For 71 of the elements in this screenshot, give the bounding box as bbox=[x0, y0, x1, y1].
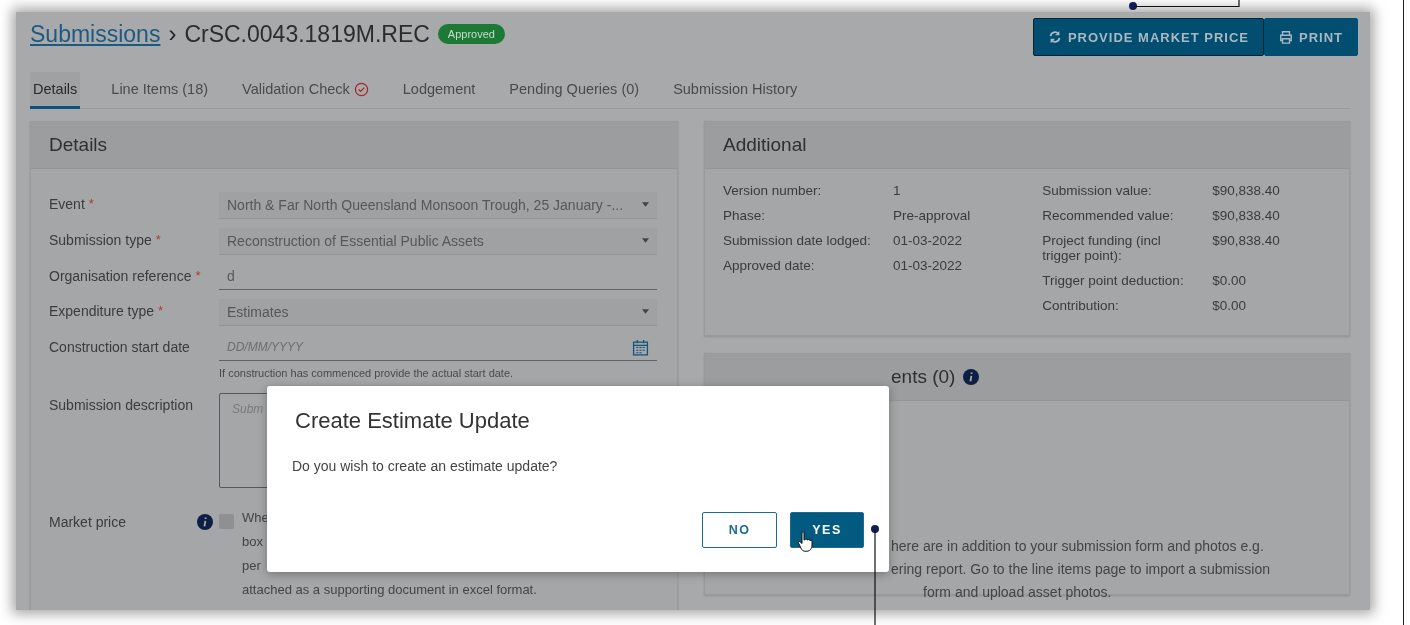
info-label: Contribution: bbox=[1042, 297, 1120, 313]
tab[interactable]: Submission History bbox=[670, 72, 801, 109]
field-label: Construction start date bbox=[49, 338, 190, 355]
select-field[interactable]: North & Far North Queensland Monsoon Trough, 25 January -... bbox=[219, 191, 657, 219]
date-field[interactable]: DD/MM/YYYY bbox=[219, 334, 657, 361]
select-field[interactable]: Reconstruction of Essential Public Assets bbox=[219, 227, 657, 255]
dialog-message: Do you wish to create an estimate update? bbox=[292, 458, 559, 474]
info-value: 1 bbox=[893, 182, 902, 198]
status-badge: Approved bbox=[437, 24, 505, 44]
submission-id: CrSC.0043.1819M.REC bbox=[184, 20, 430, 48]
tab[interactable]: Lodgement bbox=[399, 72, 479, 109]
info-label: Recommended value: bbox=[1042, 207, 1175, 223]
yes-button[interactable]: YES bbox=[790, 512, 864, 548]
required-mark: * bbox=[195, 267, 201, 283]
checkbox-text: attached as a supporting document in excel format. bbox=[242, 581, 537, 597]
info-label: Phase: bbox=[723, 207, 767, 223]
required-mark: * bbox=[158, 302, 164, 318]
required-mark: * bbox=[155, 231, 161, 247]
info-value: $0.00 bbox=[1212, 272, 1248, 288]
checkbox-text: box bbox=[242, 533, 264, 549]
select-field[interactable]: Estimates bbox=[219, 298, 657, 326]
caret-icon bbox=[642, 238, 649, 243]
field-label: Submission type bbox=[49, 231, 152, 248]
tab[interactable]: Validation Check bbox=[239, 72, 372, 109]
print-button[interactable]: PRINT bbox=[1264, 18, 1358, 56]
breadcrumb-separator: › bbox=[168, 20, 177, 48]
field-label: Event bbox=[49, 195, 85, 212]
panel-title: Additional bbox=[723, 133, 807, 156]
info-value: $0.00 bbox=[1212, 297, 1248, 313]
panel-title: ents (0) bbox=[891, 365, 956, 388]
panel-title: Details bbox=[49, 133, 108, 156]
info-icon[interactable] bbox=[197, 513, 213, 530]
info-value: $90,838.40 bbox=[1212, 232, 1280, 250]
info-value: 01-03-2022 bbox=[893, 257, 964, 273]
checkbox-text: per bbox=[242, 557, 262, 573]
info-value: Pre-approval bbox=[893, 207, 971, 223]
dialog-title: Create Estimate Update bbox=[295, 408, 531, 434]
field-label: Organisation reference bbox=[49, 267, 192, 284]
caret-icon bbox=[642, 309, 649, 314]
info-value: $90,838.40 bbox=[1212, 207, 1280, 223]
info-label: Trigger point deduction: bbox=[1042, 272, 1185, 288]
field-hint: If construction has commenced provide the actual start date. bbox=[219, 366, 515, 379]
hand-pointer-icon bbox=[797, 531, 813, 553]
info-label: Approved date: bbox=[723, 257, 816, 273]
check-circle-icon bbox=[353, 81, 369, 97]
info-label: Submission date lodged: bbox=[723, 232, 872, 248]
required-mark: * bbox=[88, 195, 94, 211]
tab[interactable]: Details bbox=[30, 72, 81, 109]
refresh-icon bbox=[1047, 30, 1062, 44]
input-field[interactable]: d bbox=[219, 263, 657, 290]
no-button[interactable]: NO bbox=[702, 512, 777, 548]
printer-icon bbox=[1279, 30, 1293, 44]
info-label: Version number: bbox=[723, 182, 823, 198]
info-label: Submission value: bbox=[1042, 182, 1153, 198]
documents-text: here are in addition to your submission form and photos e.g. bbox=[891, 537, 1265, 554]
caret-icon bbox=[642, 202, 649, 207]
field-label: Submission description bbox=[49, 396, 193, 413]
field-label: Market price bbox=[49, 513, 127, 530]
documents-text: form and upload asset photos. bbox=[922, 583, 1113, 600]
tab[interactable]: Line Items (18) bbox=[108, 72, 212, 109]
info-value: 01-03-2022 bbox=[893, 232, 964, 248]
action-button[interactable]: PROVIDE MARKET PRICE bbox=[1032, 18, 1264, 56]
tab[interactable]: Pending Queries (0) bbox=[506, 72, 643, 109]
info-value: $90,838.40 bbox=[1212, 182, 1280, 198]
info-label: Project funding (incl trigger point): bbox=[1042, 232, 1162, 263]
checkbox-text: Whe bbox=[242, 509, 270, 525]
field-label: Expenditure type bbox=[49, 302, 155, 319]
documents-text: ering report. Go to the line items page to import a submission bbox=[891, 560, 1271, 577]
info-icon[interactable] bbox=[963, 368, 980, 385]
calendar-icon bbox=[632, 338, 649, 356]
breadcrumb-link[interactable]: Submissions bbox=[30, 20, 161, 48]
